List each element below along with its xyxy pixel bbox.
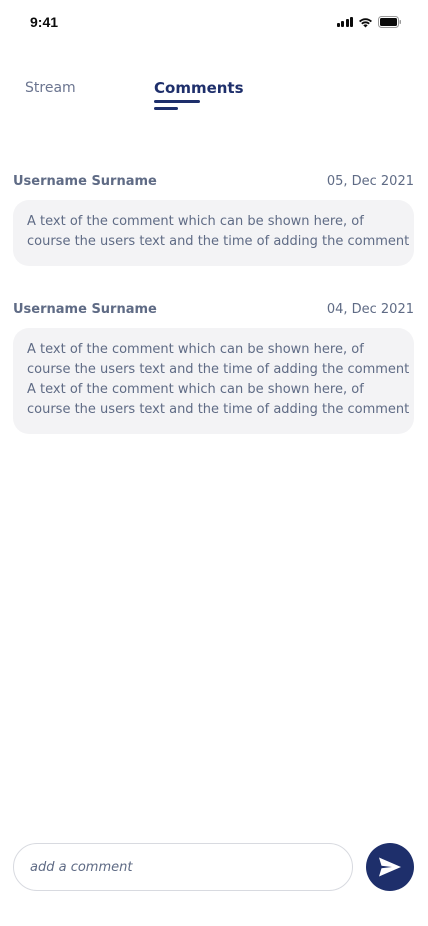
comment-text-line: A text of the comment which can be shown… (27, 214, 364, 229)
comment-text-line: A text of the comment which can be shown… (27, 382, 364, 397)
comment-text-line: course the users text and the time of ad… (27, 234, 410, 249)
active-tab-indicator (154, 100, 200, 114)
comment-date: 05, Dec 2021 (326, 173, 414, 189)
send-icon (379, 857, 401, 877)
comment-header: Username Surname 05, Dec 2021 (13, 172, 414, 190)
comment-bubble: A text of the comment which can be shown… (13, 200, 414, 266)
comment-item: Username Surname 05, Dec 2021 A text of th… (13, 172, 414, 266)
send-button[interactable] (366, 843, 414, 891)
status-time: 9:41 (30, 14, 59, 30)
status-icons (336, 16, 403, 28)
tab-stream[interactable]: Stream (25, 80, 76, 96)
tab-comments[interactable]: Comments (154, 79, 244, 97)
status-bar: 9:41 (0, 0, 428, 44)
signal-icon (336, 17, 353, 27)
comment-composer (13, 843, 414, 891)
comment-text-line: course the users text and the time of ad… (27, 402, 410, 417)
tab-bar: Stream Comments (0, 76, 428, 116)
comment-text-line: A text of the comment which can be shown… (27, 342, 364, 357)
comment-item: Username Surname 04, Dec 2021 A text of th… (13, 300, 414, 434)
comment-list: Username Surname 05, Dec 2021 A text of th… (13, 172, 414, 468)
comment-author: Username Surname (13, 173, 157, 189)
comment-bubble: A text of the comment which can be shown… (13, 328, 414, 434)
battery-icon (378, 16, 402, 28)
comment-header: Username Surname 04, Dec 2021 (13, 300, 414, 318)
wifi-icon (358, 17, 373, 28)
comment-author: Username Surname (13, 301, 157, 317)
comment-input[interactable] (13, 843, 353, 891)
comment-date: 04, Dec 2021 (326, 301, 414, 317)
comment-text-line: course the users text and the time of ad… (27, 362, 410, 377)
